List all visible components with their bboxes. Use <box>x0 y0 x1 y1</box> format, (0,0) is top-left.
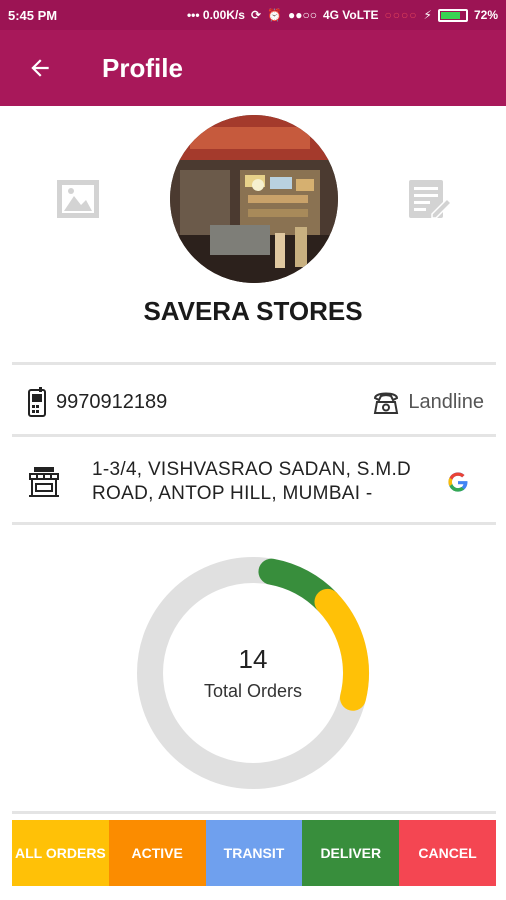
divider <box>12 434 496 437</box>
sync-icon: ⟳ <box>250 8 262 22</box>
mobile-phone-icon <box>28 387 46 417</box>
landline-number[interactable]: Landline <box>372 388 496 416</box>
landline-text: Landline <box>408 390 484 413</box>
storefront-icon <box>29 467 59 497</box>
tab-active[interactable]: ACTIVE <box>108 820 206 886</box>
signal-dots-icon: ●●○○ <box>287 8 317 22</box>
store-name: SAVERA STORES <box>143 296 363 326</box>
arrow-back-icon <box>31 59 49 77</box>
back-button[interactable] <box>0 30 80 106</box>
tab-cancel[interactable]: CANCEL <box>399 820 496 886</box>
status-indicators: ••• 0.00K/s ⟳ ⏰ ●●○○ 4G VoLTE ○○○○ ⚡ 72% <box>187 8 498 22</box>
address-row: 1-3/4, VISHVASRAO SADAN, S.M.D ROAD, ANT… <box>12 440 496 524</box>
app-bar: Profile <box>0 30 506 106</box>
contact-row: 9970912189 Landline <box>12 370 496 434</box>
donut-center: 14 Total Orders <box>130 550 376 796</box>
signal-strength-icon: ○○○○ <box>384 8 418 22</box>
divider <box>12 522 496 525</box>
network-type: 4G VoLTE <box>322 8 379 22</box>
status-bar: 5:45 PM ••• 0.00K/s ⟳ ⏰ ●●○○ 4G VoLTE ○○… <box>0 0 506 30</box>
total-orders-label: Total Orders <box>203 681 303 701</box>
gallery-icon[interactable] <box>55 176 101 222</box>
edit-note-icon[interactable] <box>406 176 452 222</box>
order-status-tabs: ALL ORDERS ACTIVE TRANSIT DELIVER CANCEL <box>12 820 496 886</box>
address-line: 1-3/4, VISHVASRAO SADAN, S.M.D <box>92 459 412 480</box>
mobile-number[interactable]: 9970912189 <box>12 387 372 417</box>
net-speed: ••• 0.00K/s <box>186 8 245 22</box>
address-line: ROAD, ANTOP HILL, MUMBAI - <box>92 483 373 504</box>
page-title: Profile <box>102 52 183 83</box>
status-time: 5:45 PM <box>8 7 58 23</box>
mobile-number-text: 9970912189 <box>56 390 168 413</box>
total-orders-count: 14 <box>238 644 268 674</box>
tab-deliver[interactable]: DELIVER <box>302 820 400 886</box>
battery-percent: 72% <box>473 8 498 22</box>
alarm-icon: ⏰ <box>267 8 282 22</box>
divider <box>12 811 496 814</box>
tab-all-orders[interactable]: ALL ORDERS <box>12 820 109 886</box>
profile-header: SAVERA STORES <box>0 106 506 366</box>
store-photo[interactable] <box>170 115 338 283</box>
telephone-icon <box>374 392 399 414</box>
orders-donut-chart: 14 Total Orders <box>130 550 376 796</box>
store-address: 1-3/4, VISHVASRAO SADAN, S.M.D ROAD, ANT… <box>92 458 434 506</box>
google-icon[interactable] <box>446 470 470 494</box>
battery-icon <box>437 8 468 22</box>
tab-transit[interactable]: TRANSIT <box>205 820 303 886</box>
store-photo-image <box>170 115 338 283</box>
charging-icon: ⚡ <box>423 8 432 22</box>
divider <box>12 362 496 365</box>
